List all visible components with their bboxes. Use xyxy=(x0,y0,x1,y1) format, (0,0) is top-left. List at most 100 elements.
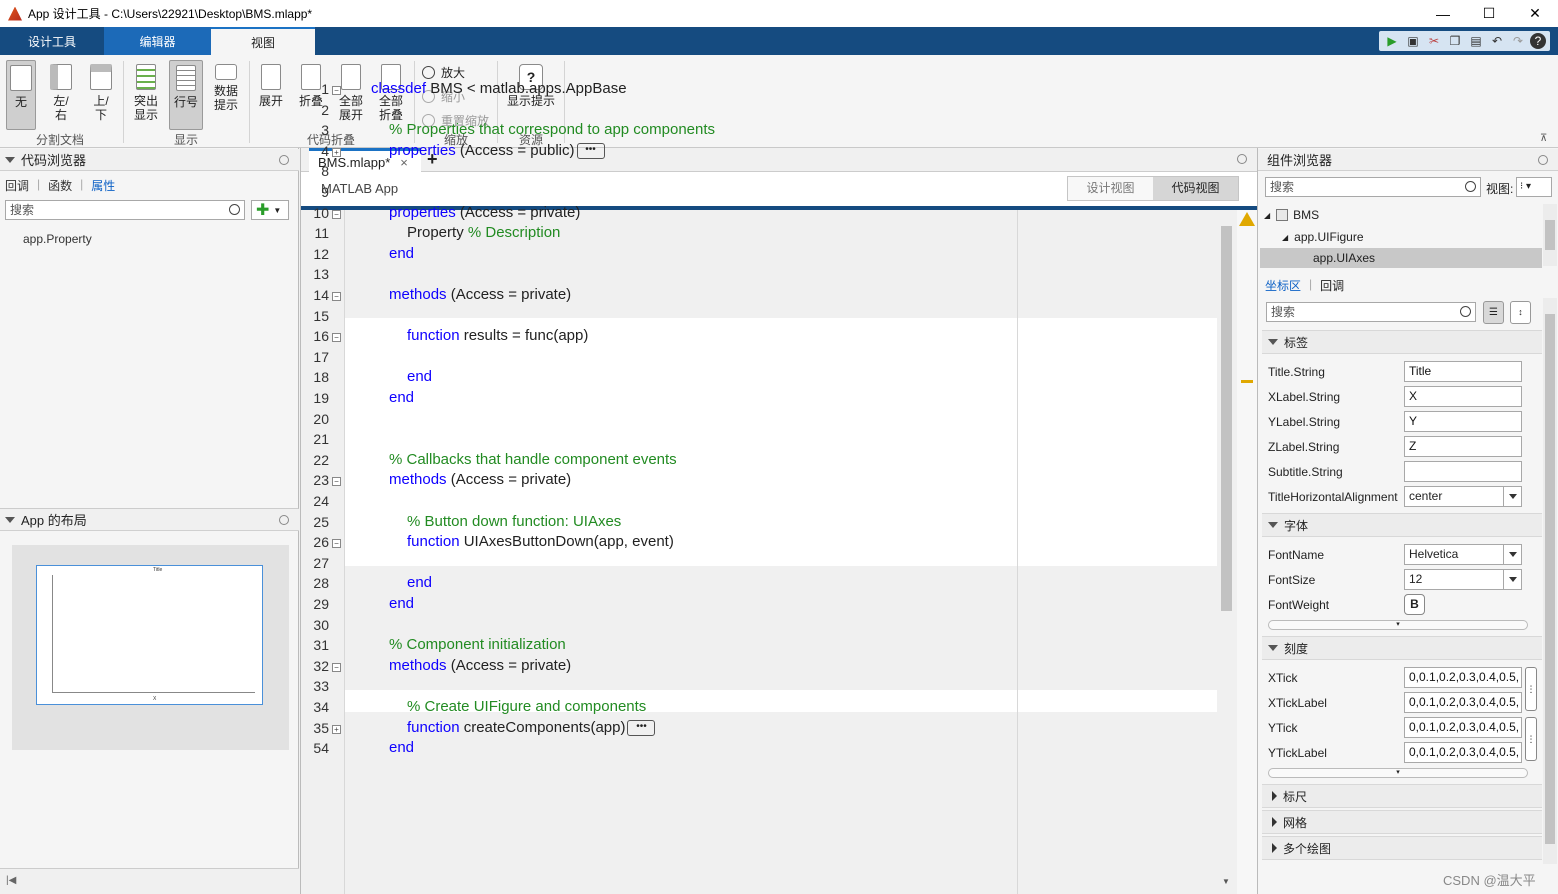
prop-value-input[interactable]: Y xyxy=(1404,411,1522,432)
line-number[interactable]: 16 xyxy=(301,328,329,344)
highlight-button[interactable]: 突出 显示 xyxy=(128,60,164,130)
section-rulers[interactable]: 标尺 xyxy=(1262,784,1542,808)
panel-options-icon[interactable] xyxy=(279,514,289,525)
add-property-button[interactable]: ✚ ▼ xyxy=(251,200,289,220)
line-number[interactable]: 25 xyxy=(301,514,329,530)
tab-designer[interactable]: 设计工具 xyxy=(0,27,104,55)
fold-collapse-icon[interactable]: − xyxy=(332,86,341,95)
tab-editor[interactable]: 编辑器 xyxy=(104,27,211,55)
edit-ytick-button[interactable]: ⋮ xyxy=(1525,717,1537,761)
tick-value-input[interactable]: 0,0.1,0.2,0.3,0.4,0.5, xyxy=(1404,692,1522,713)
line-number[interactable]: 33 xyxy=(301,678,329,694)
scroll-down-icon[interactable]: ▼ xyxy=(1222,877,1230,886)
layout-top-bottom-button[interactable]: 上/ 下 xyxy=(84,60,118,130)
line-number[interactable]: 24 xyxy=(301,493,329,509)
line-number[interactable]: 12 xyxy=(301,246,329,262)
expand-all-button[interactable]: 全部 展开 xyxy=(333,60,369,130)
line-number[interactable]: 54 xyxy=(301,740,329,756)
expand-more-ticks-button[interactable]: ▾ xyxy=(1268,768,1528,778)
code-line[interactable]: % Callbacks that handle component events xyxy=(389,451,677,468)
line-number[interactable]: 32 xyxy=(301,658,329,674)
close-button[interactable]: ✕ xyxy=(1512,0,1558,27)
undo-icon[interactable]: ↶ xyxy=(1488,32,1506,50)
code-line[interactable]: function createComponents(app) ••• xyxy=(407,719,656,736)
fontsize-dropdown[interactable]: 12 xyxy=(1404,569,1522,590)
code-line[interactable]: end xyxy=(407,368,432,385)
tree-node-uifigure[interactable]: ◢ app.UIFigure xyxy=(1282,230,1364,244)
tree-node-uiaxes[interactable]: app.UIAxes xyxy=(1260,248,1542,268)
code-line[interactable]: % Component initialization xyxy=(389,636,566,653)
line-number[interactable]: 9 xyxy=(301,184,329,200)
fold-expand-icon[interactable]: + xyxy=(332,147,341,157)
section-font[interactable]: 字体 xyxy=(1262,513,1542,537)
code-line[interactable]: function results = func(app) xyxy=(407,327,588,344)
fontname-dropdown[interactable]: Helvetica xyxy=(1404,544,1522,565)
collapse-caret-icon[interactable] xyxy=(5,156,15,163)
component-search-input[interactable]: 搜索 xyxy=(1265,177,1481,197)
line-number[interactable]: 20 xyxy=(301,411,329,427)
copy-icon[interactable]: ❐ xyxy=(1446,32,1464,50)
code-line[interactable]: methods (Access = private) xyxy=(389,471,571,488)
fold-collapse-icon[interactable]: − xyxy=(332,477,341,487)
layout-scrollbar[interactable]: |◀ xyxy=(0,868,299,894)
bold-toggle-button[interactable]: B xyxy=(1404,594,1425,615)
zoom-in-button[interactable]: 放大 xyxy=(422,64,465,81)
code-line[interactable]: methods (Access = private) xyxy=(389,657,571,674)
line-number[interactable]: 35 xyxy=(301,720,329,736)
fold-collapse-icon[interactable]: − xyxy=(332,662,341,672)
line-number[interactable]: 22 xyxy=(301,452,329,468)
code-line[interactable]: properties (Access = public) ••• xyxy=(389,142,605,159)
line-number[interactable]: 8 xyxy=(301,163,329,179)
warning-marker[interactable] xyxy=(1241,380,1253,383)
fold-collapse-icon[interactable]: − xyxy=(332,539,341,549)
panel-options-icon[interactable] xyxy=(1538,154,1548,165)
sort-button[interactable]: ↕ xyxy=(1510,301,1531,324)
line-number[interactable]: 34 xyxy=(301,699,329,715)
tick-value-input[interactable]: 0,0.1,0.2,0.3,0.4,0.5, xyxy=(1404,667,1522,688)
tab-callbacks[interactable]: 回调 xyxy=(5,177,29,194)
line-number[interactable]: 13 xyxy=(301,266,329,282)
editor-scrollbar[interactable]: ▼ xyxy=(1217,210,1237,894)
code-line[interactable]: % Properties that correspond to app comp… xyxy=(389,121,715,138)
code-line[interactable]: end xyxy=(389,739,414,756)
prop-value-input[interactable]: X xyxy=(1404,386,1522,407)
fold-expand-icon[interactable]: + xyxy=(332,724,341,734)
line-numbers-button[interactable]: 行号 xyxy=(169,60,203,130)
panel-options-icon[interactable] xyxy=(1237,154,1247,164)
view-dropdown[interactable]: ⁝ ▾ xyxy=(1516,177,1552,197)
line-number[interactable]: 28 xyxy=(301,575,329,591)
expand-more-font-button[interactable]: ▾ xyxy=(1268,620,1528,630)
minimize-button[interactable]: — xyxy=(1420,0,1466,27)
line-number[interactable]: 27 xyxy=(301,555,329,571)
code-line[interactable]: properties (Access = private) xyxy=(389,204,580,221)
line-number[interactable]: 31 xyxy=(301,637,329,653)
line-number[interactable]: 17 xyxy=(301,349,329,365)
section-ticks[interactable]: 刻度 xyxy=(1262,636,1542,660)
section-labels[interactable]: 标签 xyxy=(1262,330,1542,354)
line-number[interactable]: 14 xyxy=(301,287,329,303)
code-browser-search-input[interactable]: 搜索 xyxy=(5,200,245,220)
code-line[interactable]: methods (Access = private) xyxy=(389,286,571,303)
line-number[interactable]: 15 xyxy=(301,308,329,324)
tree-node-root[interactable]: ◢ BMS xyxy=(1264,208,1319,222)
scrollbar-thumb[interactable] xyxy=(1545,220,1555,250)
code-line[interactable]: end xyxy=(407,574,432,591)
tick-value-input[interactable]: 0,0.1,0.2,0.3,0.4,0.5, xyxy=(1404,717,1522,738)
section-multiple-plots[interactable]: 多个绘图 xyxy=(1262,836,1542,860)
line-number[interactable]: 30 xyxy=(301,617,329,633)
code-view-button[interactable]: 代码视图 xyxy=(1153,177,1238,200)
code-line[interactable]: end xyxy=(389,595,414,612)
run-icon[interactable]: ▶ xyxy=(1383,32,1401,50)
title-alignment-dropdown[interactable]: center xyxy=(1404,486,1522,507)
line-number[interactable]: 11 xyxy=(301,225,329,241)
line-number[interactable]: 23 xyxy=(301,472,329,488)
expand-caret-icon[interactable]: ◢ xyxy=(1282,233,1288,242)
help-icon[interactable]: ? xyxy=(1530,33,1546,49)
scrollbar-thumb[interactable] xyxy=(1221,226,1232,611)
expand-caret-icon[interactable]: ◢ xyxy=(1264,211,1270,220)
collapse-caret-icon[interactable] xyxy=(5,516,15,523)
code-line[interactable]: % Button down function: UIAxes xyxy=(407,513,621,530)
prop-value-input[interactable]: Z xyxy=(1404,436,1522,457)
layout-left-right-button[interactable]: 左/ 右 xyxy=(44,60,78,130)
panel-options-icon[interactable] xyxy=(279,154,289,165)
